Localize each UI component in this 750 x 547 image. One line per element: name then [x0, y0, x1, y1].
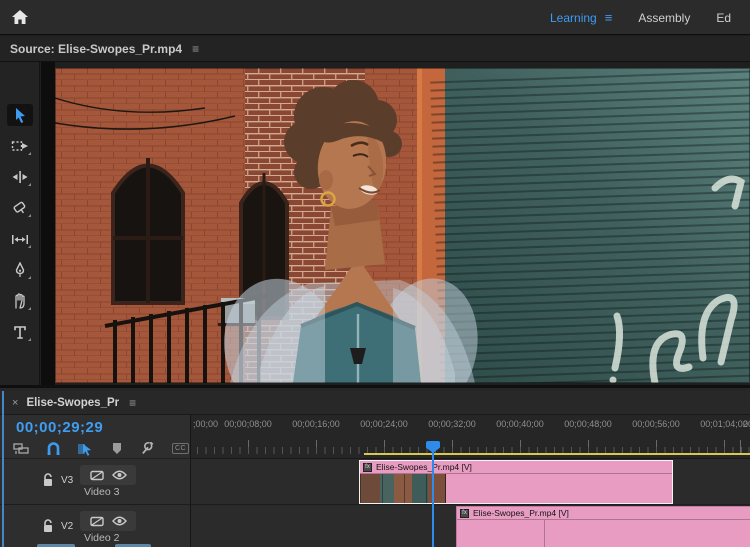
timeline-body: 00;00;29;29	[0, 415, 750, 547]
linked-selection-icon[interactable]	[76, 441, 95, 457]
ruler-label: 00;01;04;02	[700, 419, 748, 429]
clip-thumbnails	[457, 520, 545, 547]
track-select-forward-icon	[11, 139, 29, 153]
tools-panel	[0, 62, 40, 385]
clip-label: Elise-Swopes_Pr.mp4 [V]	[473, 508, 569, 518]
monitor-area	[0, 62, 750, 385]
ruler-label: 00	[743, 419, 750, 429]
fx-badge: fx	[460, 509, 469, 518]
ruler-label: ;00;00	[193, 419, 218, 429]
workspace-tab-editing[interactable]: Ed	[716, 11, 731, 25]
home-button[interactable]	[0, 0, 40, 35]
ruler-label: 00;00;32;00	[428, 419, 476, 429]
nest-icon[interactable]	[12, 441, 31, 457]
workspace-tabs: Learning ≡ Assembly Ed	[550, 0, 750, 35]
pen-tool[interactable]	[7, 259, 33, 281]
slip-tool[interactable]	[7, 228, 33, 250]
premiere-window: Learning ≡ Assembly Ed Source: Elise-Swo…	[0, 0, 750, 547]
timeline-tab-bar[interactable]: × Elise-Swopes_Pr ≡	[0, 391, 750, 415]
timeline-track-area: ;00;00 00;00;08;00 00;00;16;00 00;00;24;00 0…	[190, 415, 750, 547]
ruler-label: 00;00;40;00	[496, 419, 544, 429]
workspace-tab-label: Learning	[550, 11, 597, 25]
track-select-forward-tool[interactable]	[7, 135, 33, 157]
timeline-header-column: 00;00;29;29	[0, 415, 190, 547]
ripple-edit-icon	[11, 170, 29, 184]
track-header-v3: V3 Video 3	[0, 459, 190, 505]
source-panel-tab-bar[interactable]: Source: Elise-Swopes_Pr.mp4 ≡	[0, 36, 750, 62]
workspace-tab-assembly[interactable]: Assembly	[638, 11, 690, 25]
track-controls	[80, 511, 136, 531]
ruler-label: 00;00;08;00	[224, 419, 272, 429]
add-marker-icon[interactable]	[107, 441, 126, 457]
time-ruler[interactable]: ;00;00 00;00;08;00 00;00;16;00 00;00;24;00 0…	[191, 415, 750, 459]
workspace-menu-icon[interactable]: ≡	[605, 10, 613, 25]
ruler-label: 00;00;48;00	[564, 419, 612, 429]
captions-icon[interactable]: CC	[171, 441, 190, 457]
slip-icon	[11, 233, 29, 246]
workspace-tab-learning[interactable]: Learning ≡	[550, 10, 612, 25]
ruler-label: 00;00;56;00	[632, 419, 680, 429]
panel-menu-icon[interactable]: ≡	[129, 396, 136, 410]
ripple-edit-tool[interactable]	[7, 166, 33, 188]
track-name[interactable]: Video 2	[84, 532, 119, 544]
selection-tool-icon	[12, 107, 28, 124]
selection-tool[interactable]	[7, 104, 33, 126]
type-icon	[13, 325, 27, 340]
home-icon	[11, 9, 29, 25]
video-frame-art	[55, 68, 750, 383]
panel-focus-indicator	[2, 391, 4, 547]
ruler-label: 00;00;24;00	[360, 419, 408, 429]
type-tool[interactable]	[7, 321, 33, 343]
clip-v2[interactable]: fx Elise-Swopes_Pr.mp4 [V]	[456, 506, 750, 547]
lock-icon[interactable]	[42, 519, 54, 533]
track-header-v2: V2 Video 2	[0, 505, 190, 547]
eye-icon[interactable]	[112, 470, 127, 480]
lock-icon[interactable]	[42, 473, 54, 487]
ruler-label: 00;00;16;00	[292, 419, 340, 429]
snap-magnet-icon[interactable]	[44, 441, 63, 457]
fx-badge: fx	[363, 463, 372, 472]
razor-icon	[12, 201, 28, 216]
eye-icon[interactable]	[112, 516, 127, 526]
work-area-bar[interactable]	[364, 453, 750, 455]
track-target-button[interactable]: V3	[61, 475, 73, 486]
pen-icon	[13, 262, 27, 278]
source-panel-title: Source: Elise-Swopes_Pr.mp4	[0, 42, 182, 56]
playhead-timecode[interactable]: 00;00;29;29	[16, 419, 103, 436]
playhead-line[interactable]	[432, 451, 434, 547]
clip-label: Elise-Swopes_Pr.mp4 [V]	[376, 462, 472, 472]
razor-tool[interactable]	[7, 197, 33, 219]
track-target-button[interactable]: V2	[61, 521, 73, 532]
app-top-bar: Learning ≡ Assembly Ed	[0, 0, 750, 35]
workspace-tab-label: Assembly	[638, 11, 690, 25]
sync-lock-icon[interactable]	[90, 470, 104, 481]
clip-v3[interactable]: fx Elise-Swopes_Pr.mp4 [V]	[359, 460, 673, 504]
timeline-tab-title: Elise-Swopes_Pr	[26, 397, 119, 409]
timeline-toolbar: CC	[0, 439, 190, 459]
hand-tool[interactable]	[7, 290, 33, 312]
hand-icon	[12, 293, 27, 309]
video-letterbox	[41, 62, 55, 385]
timeline-panel: × Elise-Swopes_Pr ≡ 00;00;29;29	[0, 385, 750, 547]
source-monitor-video[interactable]	[55, 68, 750, 383]
track-controls	[80, 465, 136, 485]
panel-menu-icon[interactable]: ≡	[192, 42, 199, 56]
workspace-tab-label: Ed	[716, 11, 731, 25]
track-name[interactable]: Video 3	[84, 486, 119, 498]
sync-lock-icon[interactable]	[90, 516, 104, 527]
timeline-settings-wrench-icon[interactable]	[139, 441, 158, 457]
